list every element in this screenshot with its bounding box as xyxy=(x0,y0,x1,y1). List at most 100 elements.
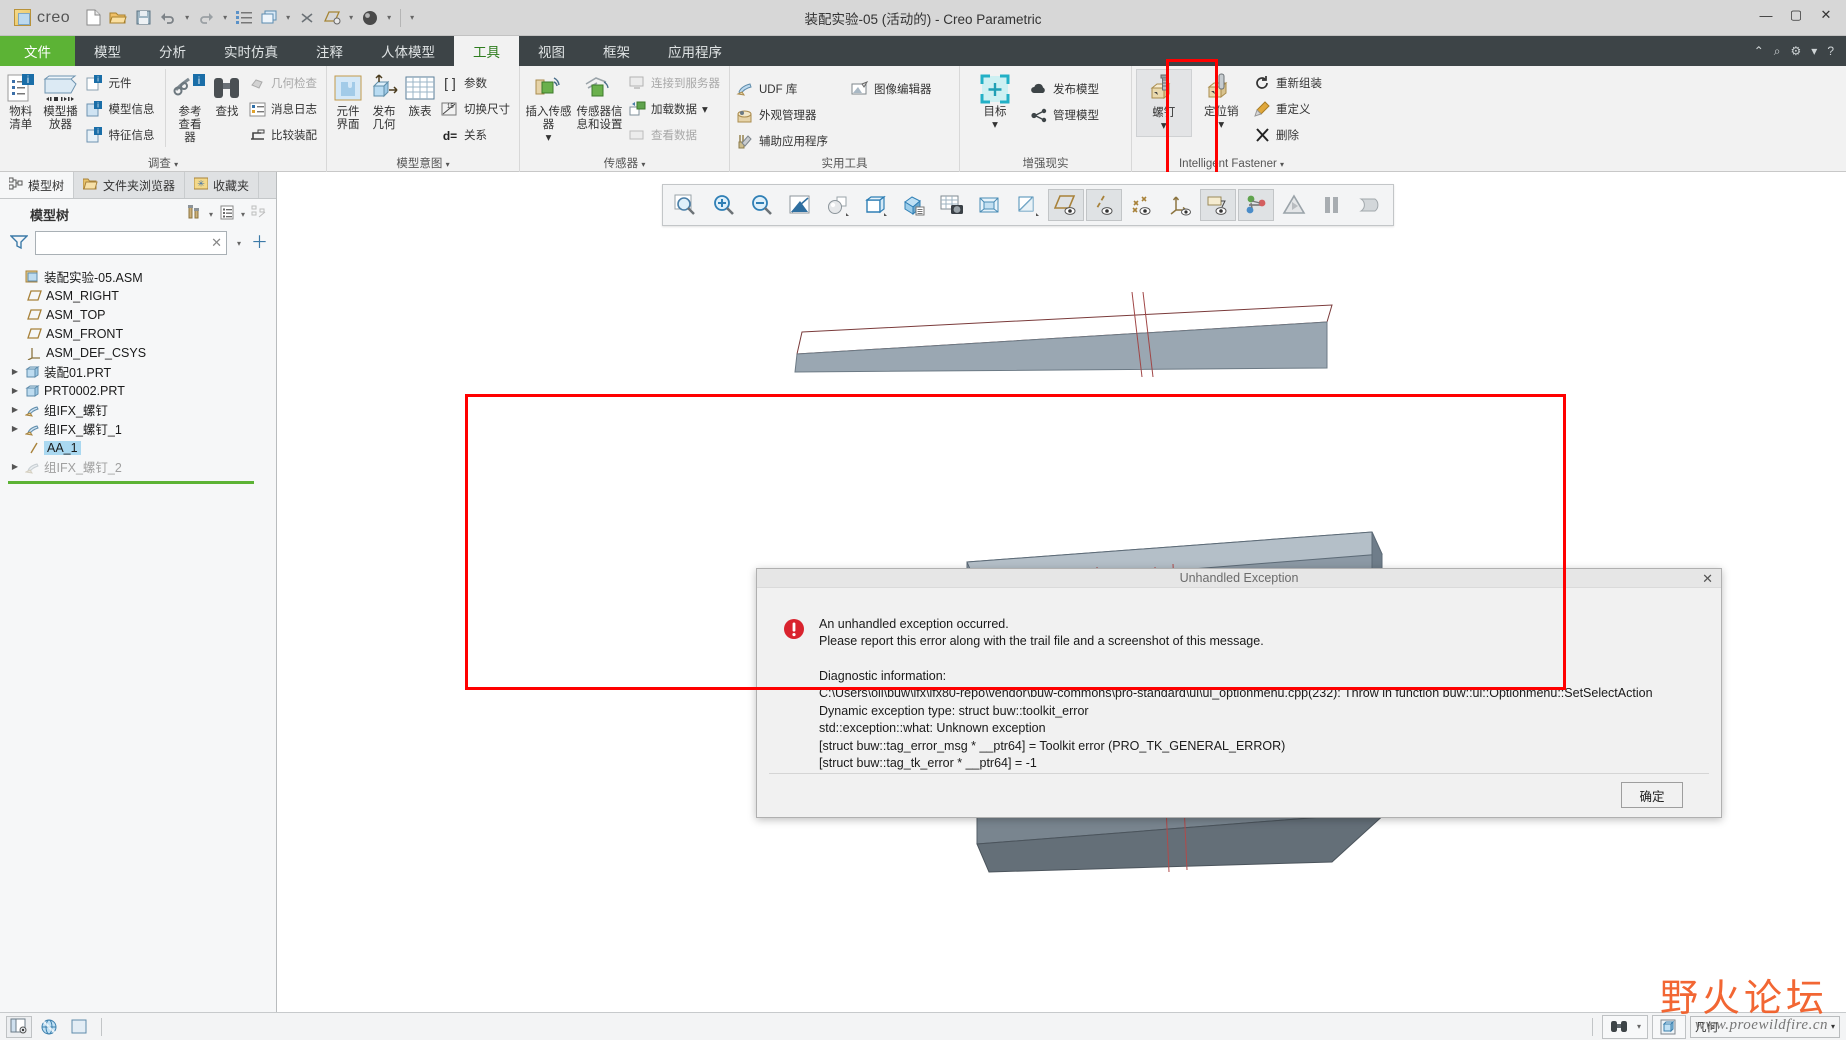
ribbon-button-switch-dimensions[interactable]: 15 切换尺寸 xyxy=(439,97,515,121)
gear-icon[interactable]: ⚙ xyxy=(1791,44,1802,58)
chevron-down-icon[interactable]: ▾ xyxy=(992,119,998,132)
tree-row-group-screw-2[interactable]: ▶ 组IFX_螺钉_2 xyxy=(0,457,276,476)
ribbon-button-auxiliary-apps[interactable]: 辅助应用程序 xyxy=(734,129,833,153)
display-dropdown-icon[interactable]: ▾ xyxy=(384,13,394,22)
shaded-sphere-icon[interactable] xyxy=(820,189,856,221)
expand-arrow-icon[interactable]: ▶ xyxy=(8,424,22,433)
chevron-down-icon[interactable]: ▾ xyxy=(1218,119,1224,132)
zoom-out-icon[interactable] xyxy=(744,189,780,221)
chevron-down-icon[interactable]: ▾ xyxy=(174,160,178,169)
tree-row-asm-front[interactable]: ASM_FRONT xyxy=(0,324,276,343)
tab-favorites[interactable]: ✳ 收藏夹 xyxy=(185,172,260,198)
ribbon-button-component-interface[interactable]: 元件界面 xyxy=(331,69,365,135)
ribbon-button-image-editor[interactable]: 图像编辑器 xyxy=(849,77,937,101)
tree-row-part-prt0002[interactable]: ▶ PRT0002.PRT xyxy=(0,381,276,400)
chevron-down-icon[interactable]: ▾ xyxy=(641,160,645,169)
tab-model[interactable]: 模型 xyxy=(75,36,140,66)
ribbon-button-model-player[interactable]: 模型播放器 xyxy=(39,69,81,135)
chevron-down-icon[interactable]: ▾ xyxy=(702,102,708,116)
repaint-icon[interactable] xyxy=(782,189,818,221)
pause-icon[interactable] xyxy=(1314,189,1350,221)
annotation-eye-icon[interactable] xyxy=(1200,189,1236,221)
ribbon-button-reassemble[interactable]: 重新组装 xyxy=(1251,71,1327,95)
ok-button[interactable]: 确定 xyxy=(1621,782,1683,809)
cube-view-icon[interactable] xyxy=(858,189,894,221)
chevron-down-icon[interactable]: ▾ xyxy=(446,160,450,169)
ribbon-button-load-data[interactable]: 加载数据 ▾ xyxy=(626,97,725,121)
globe-browser-icon[interactable] xyxy=(36,1016,62,1038)
tree-row-asm-right[interactable]: ASM_RIGHT xyxy=(0,286,276,305)
maximize-button[interactable]: ▢ xyxy=(1782,4,1810,26)
zoom-in-icon[interactable] xyxy=(706,189,742,221)
redo-dropdown-icon[interactable]: ▾ xyxy=(220,13,230,22)
datum-axis-eye-icon[interactable] xyxy=(1086,189,1122,221)
binoculars-icon[interactable] xyxy=(1606,1016,1632,1038)
camera-render-icon[interactable] xyxy=(934,189,970,221)
tree-list-dropdown-icon[interactable]: ▾ xyxy=(238,210,248,219)
expand-arrow-icon[interactable]: ▶ xyxy=(8,386,22,395)
shaded-sphere-icon[interactable] xyxy=(359,6,381,30)
stop-shape-icon[interactable] xyxy=(1352,189,1388,221)
datum-plane-eye-icon[interactable] xyxy=(1048,189,1084,221)
window-dropdown-icon[interactable]: ▾ xyxy=(283,13,293,22)
model-tree-search-input[interactable]: ✕ xyxy=(35,231,227,255)
ribbon-button-reference-viewer[interactable]: i 参考查看器 xyxy=(172,69,208,148)
tree-row-group-screw-1[interactable]: ▶ 组IFX_螺钉_1 xyxy=(0,419,276,438)
ribbon-button-view-data[interactable]: 查看数据 xyxy=(626,123,725,147)
tree-row-assembly-root[interactable]: 装配实验-05.ASM xyxy=(0,267,276,286)
tree-row-axis-aa-1[interactable]: AA_1 xyxy=(0,438,276,457)
ribbon-button-message-log[interactable]: 消息日志 xyxy=(246,97,322,121)
ribbon-button-redefine[interactable]: 重定义 xyxy=(1251,97,1327,121)
close-icon[interactable]: ✕ xyxy=(1702,571,1713,587)
ribbon-button-find[interactable]: 查找 xyxy=(210,69,244,122)
ribbon-button-udf-library[interactable]: UDF 库 xyxy=(734,77,833,101)
save-disk-icon[interactable] xyxy=(132,6,154,30)
datum-dropdown-icon[interactable]: ▾ xyxy=(346,13,356,22)
ribbon-button-publish-geometry[interactable]: 发布几何 xyxy=(367,69,401,135)
ribbon-button-component-info[interactable]: i 元件 xyxy=(83,71,159,95)
navigator-panel-icon[interactable] xyxy=(6,1015,32,1038)
tab-folder-browser[interactable]: 文件夹浏览器 xyxy=(74,172,186,198)
tab-annotate[interactable]: 注释 xyxy=(297,36,362,66)
chevron-up-icon[interactable]: ⌃ xyxy=(1754,44,1764,58)
ribbon-button-family-table[interactable]: 族表 xyxy=(403,69,437,122)
datum-plane-icon[interactable] xyxy=(321,6,343,30)
zoom-fit-icon[interactable] xyxy=(668,189,704,221)
ribbon-button-relations[interactable]: d= 关系 xyxy=(439,123,515,147)
redo-arrow-icon[interactable] xyxy=(195,6,217,30)
ribbon-button-bill-of-materials[interactable]: i 物料清单 xyxy=(4,69,37,135)
tree-tools-icon[interactable] xyxy=(186,204,203,224)
ribbon-button-feature-info[interactable]: i 特征信息 xyxy=(83,123,159,147)
new-document-icon[interactable] xyxy=(82,6,104,30)
tree-hide-icon[interactable] xyxy=(251,204,268,224)
tree-tools-dropdown-icon[interactable]: ▾ xyxy=(206,210,216,219)
datum-point-eye-icon[interactable] xyxy=(1124,189,1160,221)
chevron-down-icon[interactable]: ▾ xyxy=(1811,44,1817,58)
ribbon-button-model-info[interactable]: i 模型信息 xyxy=(83,97,159,121)
tree-row-group-screw[interactable]: ▶ 组IFX_螺钉 xyxy=(0,400,276,419)
chevron-down-icon[interactable]: ▾ xyxy=(1161,120,1167,133)
tab-model-tree[interactable]: 模型树 xyxy=(0,172,75,198)
filter-funnel-icon[interactable] xyxy=(9,234,29,253)
ribbon-button-insert-sensor[interactable]: 插入传感器 ▾ xyxy=(524,69,573,148)
tab-view[interactable]: 视图 xyxy=(519,36,584,66)
minimize-button[interactable]: — xyxy=(1752,4,1780,26)
unhandled-exception-dialog[interactable]: Unhandled Exception ✕ An unhandled excep… xyxy=(756,568,1722,818)
ribbon-button-parameters[interactable]: [ ] 参数 xyxy=(439,71,515,95)
open-folder-icon[interactable] xyxy=(107,6,129,30)
tab-manikin[interactable]: 人体模型 xyxy=(362,36,454,66)
tab-framework[interactable]: 框架 xyxy=(584,36,649,66)
undo-arrow-icon[interactable] xyxy=(157,6,179,30)
tree-row-asm-def-csys[interactable]: ASM_DEF_CSYS xyxy=(0,343,276,362)
ribbon-button-connect-server[interactable]: 连接到服务器 xyxy=(626,71,725,95)
tab-applications[interactable]: 应用程序 xyxy=(649,36,741,66)
graphics-viewport[interactable]: Unhandled Exception ✕ An unhandled excep… xyxy=(277,172,1846,1012)
help-question-icon[interactable]: ? xyxy=(1827,44,1834,58)
ribbon-button-delete[interactable]: 删除 xyxy=(1251,123,1327,147)
tab-analysis[interactable]: 分析 xyxy=(140,36,205,66)
window-icon[interactable] xyxy=(258,6,280,30)
csys-eye-icon[interactable] xyxy=(1162,189,1198,221)
close-x-icon[interactable] xyxy=(296,6,318,30)
expand-arrow-icon[interactable]: ▶ xyxy=(8,367,22,376)
ribbon-button-screw[interactable]: 螺钉 ▾ xyxy=(1136,69,1192,137)
